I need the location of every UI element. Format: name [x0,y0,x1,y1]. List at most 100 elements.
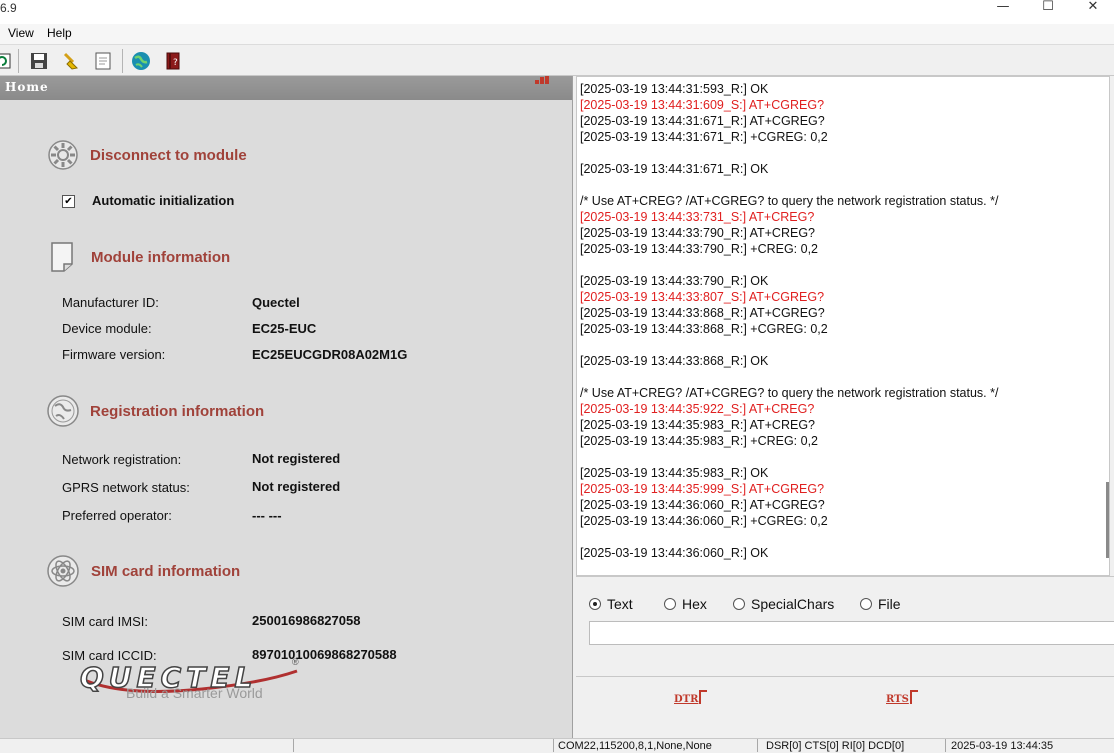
status-cell-empty [293,739,553,752]
window-title: 6.9 [0,1,17,15]
gprs-status-label: GPRS network status: [62,480,190,495]
log-line-received: [2025-03-19 13:44:33:790_R:] OK [580,274,769,288]
document-icon [46,240,80,274]
status-lines: DSR[0] CTS[0] RI[0] DCD[0] [757,739,945,752]
radio-dot [589,598,601,610]
log-line-received: [2025-03-19 13:44:35:983_R:] AT+CREG? [580,418,815,432]
auto-init-label: Automatic initialization [92,193,235,208]
log-line-received: [2025-03-19 13:44:33:868_R:] +CGREG: 0,2 [580,322,828,336]
device-label: Device module: [62,321,152,336]
imsi-value: 250016986827058 [252,613,361,628]
log-line-received: [2025-03-19 13:44:33:868_R:] AT+CGREG? [580,306,825,320]
log-line-received: [2025-03-19 13:44:35:983_R:] OK [580,466,769,480]
dtr-label: DTR [674,694,699,705]
log-line-sent: [2025-03-19 13:44:33:807_S:] AT+CGREG? [580,290,825,304]
rts-step-icon [909,690,918,704]
firmware-label: Firmware version: [62,347,166,362]
mode-hex-radio[interactable]: Hex [664,596,707,612]
send-input[interactable] [589,621,1114,645]
mode-specialchars-radio[interactable]: SpecialChars [733,596,834,612]
status-bar: COM22,115200,8,1,None,None DSR[0] CTS[0]… [0,738,1114,752]
toolbar-separator [122,49,123,73]
menu-view[interactable]: View [8,26,34,40]
signal-panel: DTR RTS [576,676,1114,738]
disconnect-link[interactable]: Disconnect to module [90,147,247,164]
radio-dot [664,598,676,610]
save-icon[interactable] [29,51,49,71]
log-line-sent: [2025-03-19 13:44:31:609_S:] AT+CGREG? [580,98,825,112]
log-scrollbar[interactable] [1106,482,1109,558]
minimize-button[interactable]: — [980,0,1026,16]
auto-init-checkbox[interactable]: ✔ [62,195,75,208]
log-line-comment: /* Use AT+CREG? /AT+CGREG? to query the … [580,194,999,208]
log-line-received: [2025-03-19 13:44:31:671_R:] +CGREG: 0,2 [580,130,828,144]
registration-info-title: Registration information [90,403,265,420]
status-cell-empty [0,739,293,752]
mode-file-label: File [878,596,901,612]
sim-icon [46,554,80,588]
globe-icon [46,394,80,428]
manufacturer-value: Quectel [252,295,300,310]
log-line-received: [2025-03-19 13:44:33:790_R:] AT+CREG? [580,226,815,240]
home-label: Home [5,80,49,94]
imsi-label: SIM card IMSI: [62,614,148,629]
device-value: EC25-EUC [252,321,317,336]
operator-label: Preferred operator: [62,508,172,523]
close-button[interactable]: ✕ [1070,0,1114,16]
svg-text:?: ? [173,58,178,68]
log-line-received: [2025-03-19 13:44:36:060_R:] OK [580,546,769,560]
globe-icon[interactable] [131,51,151,71]
toolbar: ? [0,44,1114,76]
log-line-sent: [2025-03-19 13:44:33:731_S:] AT+CREG? [580,210,815,224]
home-panel: Home Disconnect to module ✔ Automatic in… [0,76,573,738]
status-time: 2025-03-19 13:44:35 [945,739,1114,752]
log-line-received: [2025-03-19 13:44:36:060_R:] AT+CGREG? [580,498,825,512]
network-reg-value: Not registered [252,451,341,466]
log-line-received: [2025-03-19 13:44:31:593_R:] OK [580,82,769,96]
dtr-button[interactable]: DTR [674,690,708,705]
log-output[interactable]: [2025-03-19 13:44:31:593_R:] OK [2025-03-… [576,76,1110,576]
menu-bar: View Help [0,24,1114,44]
rts-label: RTS [886,694,909,705]
status-port: COM22,115200,8,1,None,None [553,739,757,752]
rts-button[interactable]: RTS [886,690,918,705]
mode-specialchars-label: SpecialChars [751,596,835,612]
logo-tagline: Build a Smarter World [126,685,263,701]
gprs-status-value: Not registered [252,479,341,494]
firmware-value: EC25EUCGDR08A02M1G [252,347,408,362]
terminal-panel: [2025-03-19 13:44:31:593_R:] OK [2025-03-… [574,76,1114,738]
maximize-button[interactable]: ☐ [1025,0,1071,16]
mode-text-radio[interactable]: Text [589,596,633,612]
network-reg-label: Network registration: [62,452,182,467]
mode-file-radio[interactable]: File [860,596,901,612]
send-panel: Text Hex SpecialChars File [576,576,1114,676]
log-line-sent: [2025-03-19 13:44:35:999_S:] AT+CGREG? [580,482,825,496]
module-info-title: Module information [91,249,231,266]
logo-registered-mark: ® [292,657,299,667]
log-line-received: [2025-03-19 13:44:31:671_R:] OK [580,162,769,176]
clear-icon[interactable] [61,51,81,71]
log-line-received: [2025-03-19 13:44:31:671_R:] AT+CGREG? [580,114,825,128]
quectel-logo: QUECTEL ® Build a Smarter World [79,657,298,701]
log-line-sent: [2025-03-19 13:44:35:922_S:] AT+CREG? [580,402,815,416]
log-line-received: [2025-03-19 13:44:33:868_R:] OK [580,354,769,368]
log-line-received: [2025-03-19 13:44:33:790_R:] +CREG: 0,2 [580,242,819,256]
operator-value: --- --- [252,508,282,523]
home-header: Home [0,76,572,100]
title-bar: 6.9 — ☐ ✕ [0,0,1114,24]
mode-text-label: Text [607,596,633,612]
mode-hex-label: Hex [682,596,707,612]
refresh-icon[interactable] [0,51,12,71]
sim-info-title: SIM card information [91,563,241,580]
log-line-received: [2025-03-19 13:44:36:060_R:] +CGREG: 0,2 [580,514,828,528]
toolbar-separator [18,49,19,73]
log-line-comment: /* Use AT+CREG? /AT+CGREG? to query the … [580,386,999,400]
radio-dot [860,598,872,610]
book-icon[interactable]: ? [163,51,183,71]
gear-icon [46,138,80,172]
menu-help[interactable]: Help [47,26,72,40]
radio-dot [733,598,745,610]
file-icon[interactable] [93,51,113,71]
iccid-value: 89701010069868270588 [252,647,397,662]
log-line-received: [2025-03-19 13:44:35:983_R:] +CREG: 0,2 [580,434,819,448]
